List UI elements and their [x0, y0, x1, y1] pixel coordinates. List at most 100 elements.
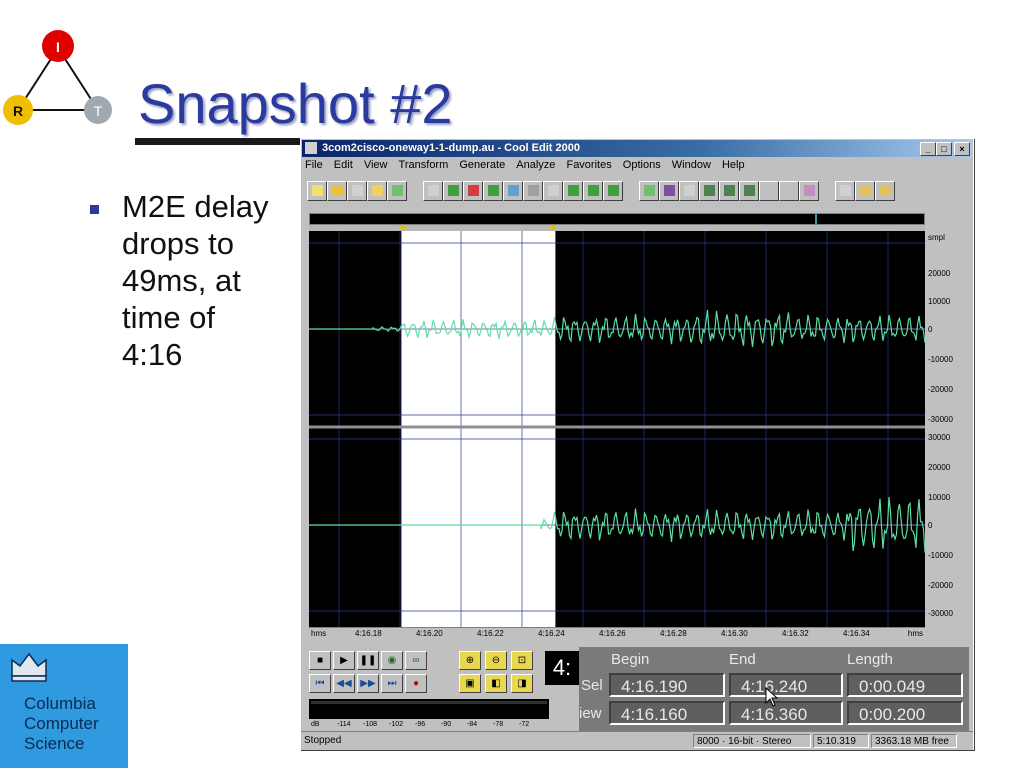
open-file-icon-glyph: [331, 185, 343, 196]
process-icon[interactable]: [759, 181, 779, 201]
stop-button[interactable]: ■: [309, 651, 331, 670]
view-begin-field[interactable]: 4:16.160: [609, 701, 725, 725]
zoom-controls: ⊕ ⊖ ⊡ ▣ ◧ ◨: [459, 651, 539, 697]
open-file-icon[interactable]: [327, 181, 347, 201]
zoom-icon[interactable]: [639, 181, 659, 201]
spectral-icon[interactable]: [719, 181, 739, 201]
zoom-left-icon[interactable]: ◧: [485, 674, 507, 693]
rewind-button[interactable]: ◀◀: [333, 674, 355, 693]
view-length-field[interactable]: 0:00.200: [847, 701, 963, 725]
favorites-icon[interactable]: [779, 181, 799, 201]
menu-bar: File Edit View Transform Generate Analyz…: [305, 159, 753, 175]
new-file-icon[interactable]: [307, 181, 327, 201]
sel-row-label: Sel: [581, 677, 603, 694]
mix-paste-icon[interactable]: [583, 181, 603, 201]
menu-window[interactable]: Window: [672, 159, 711, 171]
record-icon[interactable]: [799, 181, 819, 201]
level-tick: -84: [467, 721, 478, 728]
waveform-display[interactable]: [309, 231, 925, 627]
menu-analyze[interactable]: Analyze: [516, 159, 555, 171]
zoom-in-icon[interactable]: ⊕: [459, 651, 481, 670]
close-button[interactable]: ×: [954, 142, 970, 156]
repeat-icon[interactable]: [443, 181, 463, 201]
cut-icon-glyph: [527, 185, 539, 196]
time-unit-right: hms: [907, 629, 923, 638]
level-tick: -102: [389, 721, 404, 728]
help-icon[interactable]: [875, 181, 895, 201]
split-icon[interactable]: [739, 181, 759, 201]
paste-new-icon[interactable]: [563, 181, 583, 201]
mix-icon[interactable]: [463, 181, 483, 201]
zoom-icon-glyph: [643, 185, 655, 196]
save-selection-icon-glyph: [391, 185, 403, 196]
frequency-icon-glyph: [703, 185, 715, 196]
zoom-out-icon[interactable]: ⊖: [485, 651, 507, 670]
f-icon-glyph: [839, 185, 851, 196]
f-icon[interactable]: [835, 181, 855, 201]
menu-edit[interactable]: Edit: [334, 159, 353, 171]
window-titlebar[interactable]: 3com2cisco-oneway1-1-dump.au - Cool Edit…: [302, 140, 972, 157]
amp-tick-ch1: 10000: [928, 297, 951, 306]
menu-view[interactable]: View: [364, 159, 388, 171]
cue-list-icon-glyph: [663, 185, 675, 196]
amp-tick-ch2: -10000: [928, 551, 953, 560]
undo-icon-glyph: [427, 185, 439, 196]
menu-favorites[interactable]: Favorites: [566, 159, 611, 171]
save-as-icon[interactable]: [367, 181, 387, 201]
time-display: 4:: [545, 651, 579, 685]
time-tick-label: 4:16.34: [843, 629, 870, 638]
cut-icon[interactable]: [523, 181, 543, 201]
sel-length-field[interactable]: 0:00.049: [847, 673, 963, 697]
sel-end-field[interactable]: 4:16.240: [729, 673, 843, 697]
minimize-button[interactable]: _: [920, 142, 936, 156]
zoom-selection-icon[interactable]: ▣: [459, 674, 481, 693]
amp-tick-ch1: -10000: [928, 355, 953, 364]
go-to-end-button[interactable]: ⏭: [381, 674, 403, 693]
window-title: 3com2cisco-oneway1-1-dump.au - Cool Edit…: [322, 142, 580, 154]
status-bar: Stopped 8000 · 16-bit · Stereo 5:10.319 …: [301, 731, 973, 750]
menu-options[interactable]: Options: [623, 159, 661, 171]
time-tick-label: 4:16.30: [721, 629, 748, 638]
level-tick: -108: [363, 721, 378, 728]
metronome-icon[interactable]: [679, 181, 699, 201]
save-selection-icon[interactable]: [387, 181, 407, 201]
script-icon[interactable]: [855, 181, 875, 201]
view-end-field[interactable]: 4:16.360: [729, 701, 843, 725]
overview-bar[interactable]: [309, 213, 925, 225]
menu-file[interactable]: File: [305, 159, 323, 171]
play-to-end-button[interactable]: ◉: [381, 651, 403, 670]
menu-transform[interactable]: Transform: [399, 159, 449, 171]
loop-button[interactable]: ∞: [405, 651, 427, 670]
time-ruler[interactable]: hms hms 4:16.18 4:16.20 4:16.22 4:16.24 4:16…: [309, 627, 925, 640]
columbia-logo-text: Columbia Computer Science: [24, 694, 99, 753]
selection-info-panel: Begin End Length Sel iew 4:16.190 4:16.2…: [579, 647, 969, 731]
menu-help[interactable]: Help: [722, 159, 745, 171]
go-to-start-button[interactable]: ⏮: [309, 674, 331, 693]
fast-forward-button[interactable]: ▶▶: [357, 674, 379, 693]
cool-edit-window: 3com2cisco-oneway1-1-dump.au - Cool Edit…: [300, 138, 974, 750]
frequency-icon[interactable]: [699, 181, 719, 201]
zoom-right-icon[interactable]: ◨: [511, 674, 533, 693]
trim-icon[interactable]: [603, 181, 623, 201]
overview-view-marker[interactable]: [815, 213, 817, 225]
record-button[interactable]: ●: [405, 674, 427, 693]
undo-icon[interactable]: [423, 181, 443, 201]
length-header: Length: [847, 651, 893, 668]
maximize-button[interactable]: □: [936, 142, 952, 156]
paste-icon[interactable]: [543, 181, 563, 201]
play-button[interactable]: ▶: [333, 651, 355, 670]
sel-begin-field[interactable]: 4:16.190: [609, 673, 725, 697]
zoom-full-icon[interactable]: ⊡: [511, 651, 533, 670]
app-icon: [305, 142, 317, 154]
menu-generate[interactable]: Generate: [459, 159, 505, 171]
spectral-icon-glyph: [723, 185, 735, 196]
pause-button[interactable]: ❚❚: [357, 651, 379, 670]
process-icon-glyph: [763, 185, 775, 196]
save-icon[interactable]: [347, 181, 367, 201]
split-icon-glyph: [743, 185, 755, 196]
copy-new-icon[interactable]: [503, 181, 523, 201]
time-tick-label: 4:16.18: [355, 629, 382, 638]
begin-header: Begin: [611, 651, 650, 668]
cue-list-icon[interactable]: [659, 181, 679, 201]
copy-icon[interactable]: [483, 181, 503, 201]
